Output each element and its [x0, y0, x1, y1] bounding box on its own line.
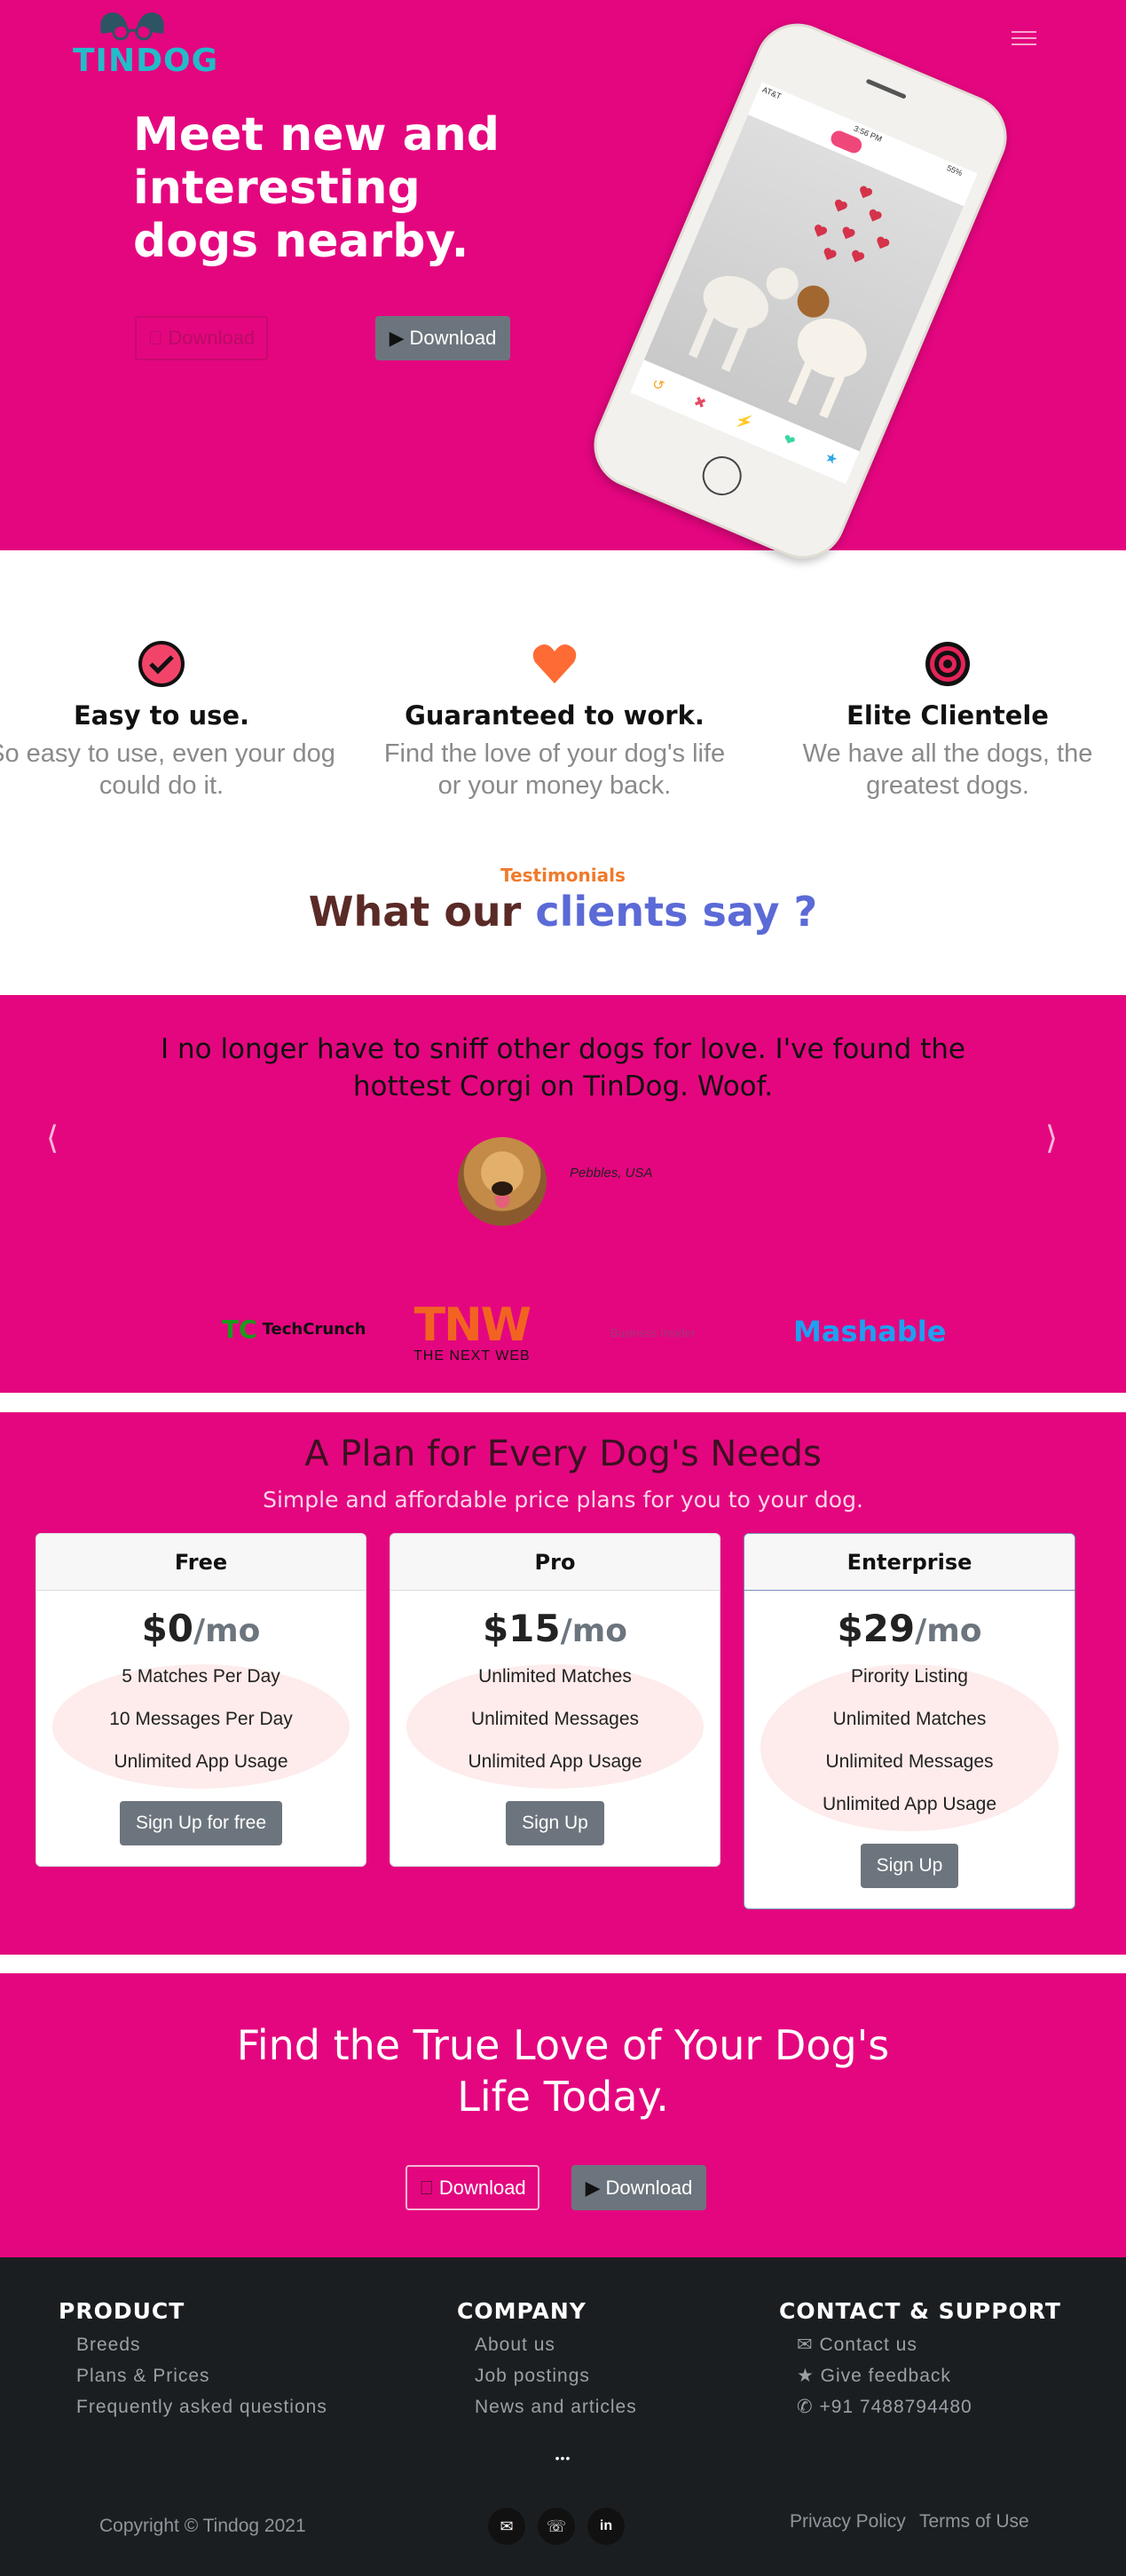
footer-link-jobs[interactable]: Job postings — [475, 2360, 637, 2391]
bullseye-icon — [925, 642, 970, 686]
signup-enterprise-button[interactable]: Sign Up — [860, 1844, 959, 1888]
testimonials-header: Testimonials What our clients say ? — [0, 865, 1126, 936]
footer-product: PRODUCT Breeds Plans & Prices Frequently… — [59, 2298, 327, 2422]
pricing-section: A Plan for Every Dog's Needs Simple and … — [0, 1412, 1126, 1955]
dog-face-icon — [100, 12, 164, 41]
linkedin-icon[interactable]: in — [587, 2508, 625, 2545]
testimonial-author: Pebbles, USA — [570, 1166, 653, 1181]
carousel-prev-icon[interactable]: ⟨ — [46, 1119, 59, 1157]
like-icon[interactable]: ❤ — [780, 431, 798, 452]
press-logo-mashable: Mashable — [793, 1315, 947, 1348]
pricing-subtitle: Simple and affordable price plans for yo… — [263, 1487, 863, 1513]
feature-title: Easy to use. — [73, 700, 250, 731]
download-play-button[interactable]: ▶ Download — [375, 316, 510, 360]
carousel-next-icon[interactable]: ⟩ — [1045, 1119, 1058, 1157]
testimonials-title: What our clients say ? — [308, 888, 818, 936]
testimonial-section: ⟨ ⟩ I no longer have to sniff other dogs… — [0, 995, 1126, 1393]
more-icon[interactable]: ••• — [0, 2451, 1126, 2465]
hero-title: Meet new and interesting dogs nearby. — [133, 108, 500, 268]
email-social-icon[interactable]: ✉ — [488, 2508, 525, 2545]
plan-card-enterprise: Enterprise $29/mo Pirority Listing Unlim… — [744, 1533, 1075, 1909]
plan-price: $0/mo — [141, 1607, 261, 1650]
footer-link-breeds[interactable]: Breeds — [76, 2329, 327, 2360]
footer-link-faq[interactable]: Frequently asked questions — [76, 2391, 327, 2422]
press-logo-techcrunch: TC TechCrunch — [222, 1315, 366, 1344]
feature-elite: Elite Clientele We have all the dogs, th… — [761, 639, 1126, 802]
testimonials-kicker: Testimonials — [500, 865, 626, 886]
plan-features: Pirority Listing Unlimited Matches Unlim… — [744, 1655, 1075, 1831]
testimonial-quote: I no longer have to sniff other dogs for… — [160, 1033, 966, 1102]
signup-pro-button[interactable]: Sign Up — [506, 1801, 604, 1845]
phone-mockup: AT&T 3:56 PM 55% ↺ ✖ ⚡ ❤ ★ — [580, 10, 1020, 573]
footer-link-contact[interactable]: ✉ Contact us — [797, 2329, 1061, 2360]
envelope-icon: ✉ — [797, 2335, 814, 2355]
plan-card-pro: Pro $15/mo Unlimited Matches Unlimited M… — [390, 1533, 720, 1867]
plan-name: Free — [36, 1534, 366, 1591]
check-circle-icon — [138, 641, 185, 687]
footer-link-plans[interactable]: Plans & Prices — [76, 2360, 327, 2391]
feature-text: So easy to use, even your dog could do it… — [0, 739, 335, 800]
press-logo-tnw: TNW THE NEXT WEB — [413, 1299, 532, 1363]
star-icon: ★ — [797, 2366, 815, 2386]
plan-card-free: Free $0/mo 5 Matches Per Day 10 Messages… — [35, 1533, 366, 1867]
footer-contact: CONTACT & SUPPORT ✉ Contact us ★ Give fe… — [779, 2298, 1061, 2422]
cta-download-play-button[interactable]: ▶ Download — [571, 2165, 706, 2210]
cta-download-apple-button[interactable]: Download — [406, 2165, 539, 2210]
download-apple-button[interactable]: Download — [135, 316, 268, 360]
avatar — [458, 1137, 547, 1226]
feature-guaranteed: Guaranteed to work. Find the love of you… — [368, 639, 741, 802]
press-logo-business-insider: Business Insider — [610, 1326, 696, 1339]
plan-name: Pro — [390, 1534, 720, 1591]
plan-price: $15/mo — [482, 1607, 628, 1650]
feature-text: We have all the dogs, the greatest dogs. — [802, 739, 1093, 800]
hero-section: TINDOG Meet new and interesting dogs nea… — [0, 0, 1126, 573]
boost-icon[interactable]: ⚡ — [733, 410, 756, 433]
apple-icon:  — [419, 2177, 434, 2200]
footer-link-news[interactable]: News and articles — [475, 2391, 637, 2422]
nope-icon[interactable]: ✖ — [691, 392, 709, 414]
plan-price: $29/mo — [837, 1607, 982, 1650]
footer-link-phone[interactable]: ✆ +91 7488794480 — [797, 2391, 1061, 2422]
footer-link-feedback[interactable]: ★ Give feedback — [797, 2360, 1061, 2391]
footer: PRODUCT Breeds Plans & Prices Frequently… — [0, 2257, 1126, 2576]
privacy-link[interactable]: Privacy Policy — [790, 2511, 906, 2533]
pricing-title: A Plan for Every Dog's Needs — [304, 1434, 822, 1474]
footer-link-about[interactable]: About us — [475, 2329, 637, 2360]
play-store-icon: ▶ — [389, 327, 405, 349]
social-links: ✉ ☏ in — [488, 2508, 625, 2545]
plan-name: Enterprise — [744, 1534, 1075, 1591]
copyright: Copyright © Tindog 2021 — [99, 2516, 306, 2536]
plan-features: 5 Matches Per Day 10 Messages Per Day Un… — [36, 1655, 366, 1789]
apple-icon:  — [148, 327, 163, 350]
heart-icon — [532, 644, 577, 684]
footer-company: COMPANY About us Job postings News and a… — [457, 2298, 637, 2422]
super-like-icon[interactable]: ★ — [822, 448, 840, 470]
play-store-icon: ▶ — [585, 2176, 601, 2199]
rewind-icon[interactable]: ↺ — [650, 375, 667, 396]
phone-icon: ✆ — [797, 2397, 814, 2417]
whatsapp-icon[interactable]: ☏ — [538, 2508, 575, 2545]
terms-link[interactable]: Terms of Use — [919, 2511, 1029, 2533]
signup-free-button[interactable]: Sign Up for free — [119, 1801, 283, 1845]
feature-easy: Easy to use. So easy to use, even your d… — [0, 639, 348, 802]
feature-title: Guaranteed to work. — [405, 700, 705, 731]
cta-section: Find the True Love of Your Dog's Life To… — [0, 1973, 1126, 2257]
feature-title: Elite Clientele — [846, 700, 1049, 731]
logo-text: TINDOG — [73, 43, 219, 79]
plan-features: Unlimited Matches Unlimited Messages Unl… — [390, 1655, 720, 1789]
cta-title: Find the True Love of Your Dog's Life To… — [236, 2021, 890, 2121]
menu-toggle-icon[interactable] — [1012, 27, 1036, 50]
feature-text: Find the love of your dog's life or your … — [383, 739, 726, 800]
logo[interactable]: TINDOG — [73, 7, 217, 79]
